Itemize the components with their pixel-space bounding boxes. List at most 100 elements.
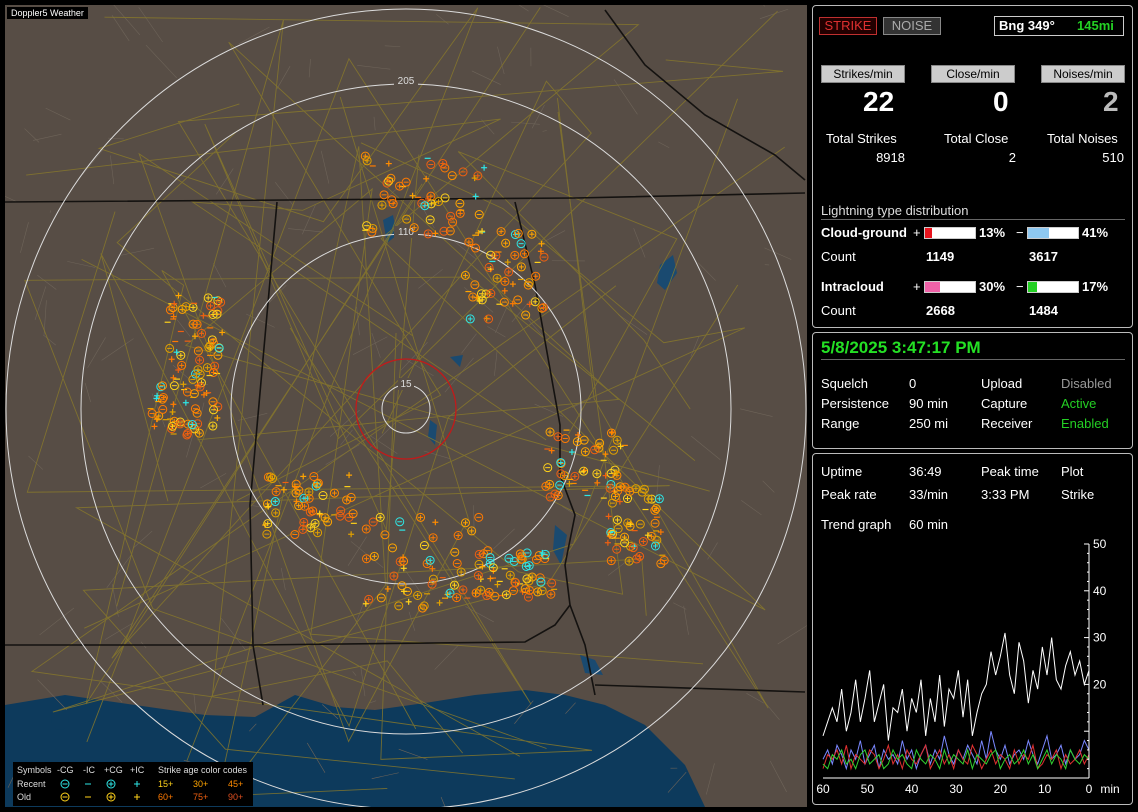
county-line <box>106 554 132 588</box>
strikes-per-min-label: Strikes/min <box>821 65 905 83</box>
plot-label: Plot <box>1061 464 1084 479</box>
road-line <box>457 151 691 435</box>
trend-chart: 50 40 30 20 60 50 40 30 20 10 0 min <box>816 537 1119 796</box>
county-line <box>759 8 789 19</box>
ic-positive-percent: 30% <box>979 279 1006 294</box>
trend-graph-value[interactable]: 60 min <box>909 517 948 532</box>
county-line <box>769 760 787 793</box>
noises-per-min-value: 2 <box>1103 86 1119 117</box>
range-label: Range <box>821 416 860 431</box>
legend-age-90: 90+ <box>228 792 244 802</box>
upload-value[interactable]: Disabled <box>1061 376 1112 391</box>
capture-label: Capture <box>981 396 1028 411</box>
capture-value[interactable]: Active <box>1061 396 1096 411</box>
county-line <box>739 408 773 417</box>
status-datetime: 5/8/2025 3:47:17 PM <box>821 338 981 357</box>
uptime-value: 36:49 <box>909 464 942 479</box>
county-line <box>494 350 498 376</box>
road-line <box>97 7 479 762</box>
reservoir-5 <box>580 655 603 675</box>
trend-x-tick-label: 0 <box>1086 782 1093 796</box>
county-line <box>39 607 75 636</box>
county-line <box>82 149 104 176</box>
county-line <box>34 286 47 320</box>
county-line <box>198 402 205 423</box>
county-line <box>176 319 191 337</box>
squelch-label: Squelch <box>821 376 868 391</box>
cloud-ground-label: Cloud-ground <box>821 225 907 240</box>
county-line <box>104 622 133 640</box>
county-line <box>762 480 775 493</box>
county-line <box>145 44 177 79</box>
bearing-distance: 145mi <box>1077 18 1114 33</box>
county-line <box>373 116 376 131</box>
county-line <box>473 505 475 534</box>
legend-symbol-icons <box>60 779 140 802</box>
county-line <box>276 66 291 89</box>
noise-button[interactable]: NOISE <box>883 17 941 35</box>
county-line <box>543 5 569 17</box>
county-line <box>87 337 106 368</box>
county-line <box>360 667 366 697</box>
lightning-map[interactable]: Doppler5 Weather 205 110 15 Symbols -CG … <box>5 5 807 807</box>
uptime-label: Uptime <box>821 464 863 479</box>
county-line <box>371 332 381 358</box>
ic-positive-bar <box>924 281 976 293</box>
county-line <box>288 228 324 233</box>
county-line <box>705 763 715 795</box>
total-strikes-label: Total Strikes <box>826 131 897 146</box>
peak-rate-label: Peak rate <box>821 487 877 502</box>
legend-age-15: 15+ <box>158 779 174 789</box>
county-line <box>111 15 130 42</box>
cg-minus-sign: − <box>1016 225 1024 240</box>
cg-negative-bar <box>1027 227 1079 239</box>
lake <box>51 710 69 730</box>
county-line <box>617 314 648 335</box>
close-range-ring <box>355 358 457 460</box>
legend-age-75: 75+ <box>193 792 209 802</box>
county-line <box>487 326 506 338</box>
county-line <box>691 435 721 460</box>
strike-button[interactable]: STRIKE <box>819 17 877 35</box>
noises-per-min-label: Noises/min <box>1041 65 1125 83</box>
ic-count-label: Count <box>821 303 856 318</box>
county-line <box>24 128 40 143</box>
cg-positive-percent: 13% <box>979 225 1006 240</box>
legend-age-45: 45+ <box>228 779 244 789</box>
peak-rate-value: 33/min <box>909 487 949 502</box>
symbol-legend: Symbols -CG -IC +CG +IC Strike age color… <box>13 762 253 806</box>
map-canvas[interactable]: 205 110 15 <box>5 5 807 807</box>
peak-time-value: 3:33 PM <box>981 487 1030 502</box>
trend-x-tick-label: 30 <box>949 782 963 796</box>
road-line <box>24 276 696 749</box>
close-per-min-label: Close/min <box>931 65 1015 83</box>
app-title: Doppler5 Weather <box>7 7 88 19</box>
road-line <box>30 146 785 760</box>
ic-negative-percent: 17% <box>1082 279 1109 294</box>
status-panel: 5/8/2025 3:47:17 PM Squelch 0 Persistenc… <box>812 332 1133 449</box>
trend-y-tick-label: 40 <box>1093 584 1107 598</box>
county-line <box>633 228 646 258</box>
receiver-value[interactable]: Enabled <box>1061 416 1109 431</box>
cg-plus-sign: + <box>913 225 921 240</box>
cg-negative-count: 3617 <box>1029 249 1058 264</box>
county-line <box>658 141 670 148</box>
county-line <box>690 336 700 357</box>
squelch-value: 0 <box>909 376 917 391</box>
total-strikes-value: 8918 <box>876 150 905 165</box>
cg-positive-count: 1149 <box>926 249 955 264</box>
plot-value[interactable]: Strike <box>1061 487 1094 502</box>
county-line <box>138 7 163 43</box>
county-line <box>562 506 579 517</box>
ic-negative-count: 1484 <box>1029 303 1058 318</box>
range-value: 250 mi <box>909 416 949 431</box>
county-line <box>110 155 115 185</box>
ic-positive-bar-fill <box>925 282 940 292</box>
persistence-value: 90 min <box>909 396 949 411</box>
county-line <box>777 625 807 645</box>
county-line <box>544 230 566 242</box>
distribution-divider <box>821 219 1125 220</box>
ic-negative-bar-fill <box>1028 282 1037 292</box>
county-line <box>20 222 29 253</box>
county-line <box>45 107 71 121</box>
